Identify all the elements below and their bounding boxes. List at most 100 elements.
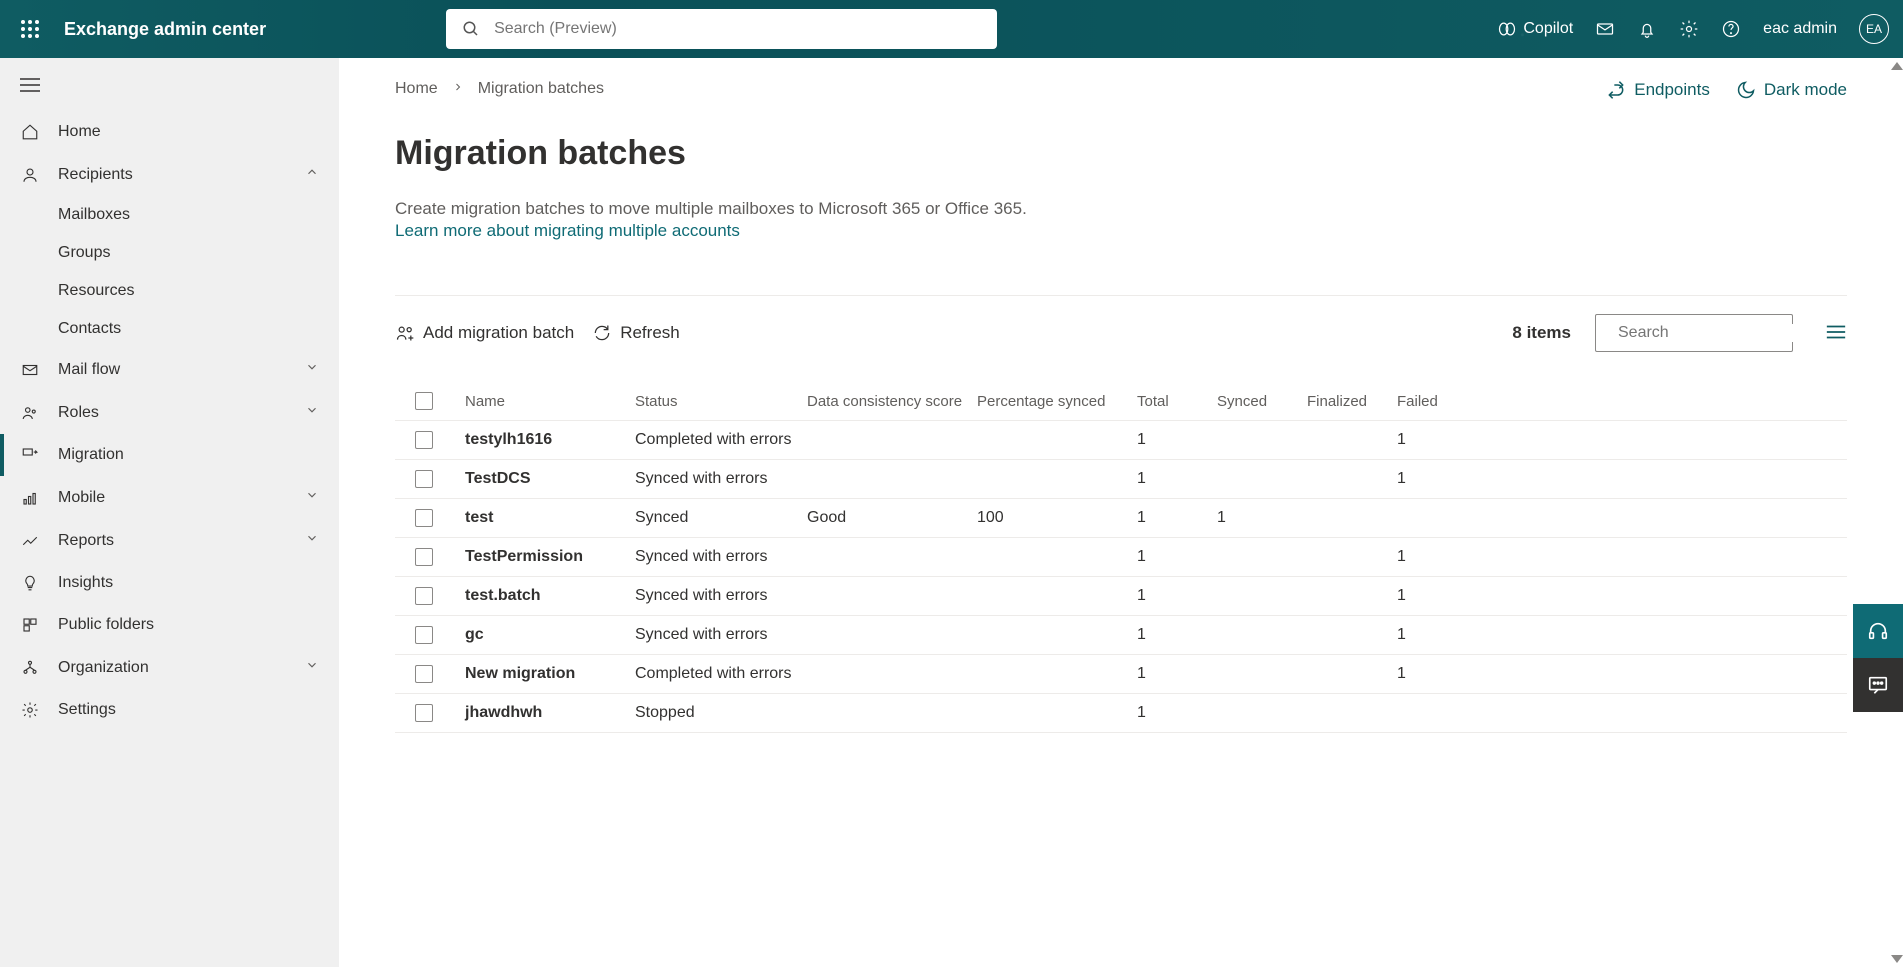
scroll-down-indicator[interactable] (1891, 955, 1903, 963)
table-row[interactable]: gcSynced with errors11 (395, 616, 1847, 655)
page-description: Create migration batches to move multipl… (395, 199, 1847, 219)
settings-icon[interactable] (1679, 19, 1699, 39)
col-pct[interactable]: Percentage synced (977, 393, 1137, 410)
row-checkbox[interactable] (415, 587, 433, 605)
message-icon[interactable] (1595, 19, 1615, 39)
col-dcs[interactable]: Data consistency score (807, 393, 977, 410)
avatar[interactable]: EA (1859, 14, 1889, 44)
cell-name: testylh1616 (465, 431, 635, 449)
migration-table: Name Status Data consistency score Perce… (395, 382, 1847, 733)
row-checkbox[interactable] (415, 548, 433, 566)
cell-failed: 1 (1397, 587, 1457, 605)
sidebar-item-label: Migration (58, 446, 124, 464)
sidebar-item-label: Recipients (58, 166, 133, 184)
row-checkbox[interactable] (415, 431, 433, 449)
table-row[interactable]: jhawdhwhStopped1 (395, 694, 1847, 733)
person-icon (20, 166, 40, 184)
sidebar-item-recipients[interactable]: Recipients (0, 153, 339, 196)
refresh-button[interactable]: Refresh (592, 323, 680, 343)
sidebar-sub-mailboxes[interactable]: Mailboxes (0, 196, 339, 234)
cell-total: 1 (1137, 470, 1217, 488)
chevron-down-icon (305, 360, 319, 379)
sidebar-item-home[interactable]: Home (0, 111, 339, 153)
cell-name: test.batch (465, 587, 635, 605)
sidebar-item-publicfolders[interactable]: Public folders (0, 604, 339, 646)
bulb-icon (20, 574, 40, 592)
sidebar-sub-groups[interactable]: Groups (0, 234, 339, 272)
col-finalized[interactable]: Finalized (1307, 393, 1397, 410)
top-right-group: Copilot eac admin EA (1497, 14, 1889, 44)
cell-status: Stopped (635, 704, 807, 722)
feedback-chat-icon[interactable] (1853, 658, 1903, 712)
sidebar-item-roles[interactable]: Roles (0, 391, 339, 434)
sidebar-item-reports[interactable]: Reports (0, 519, 339, 562)
list-options-icon[interactable] (1825, 323, 1847, 344)
row-checkbox[interactable] (415, 509, 433, 527)
cell-dcs: Good (807, 509, 977, 527)
col-name[interactable]: Name (465, 393, 635, 410)
app-launcher-icon[interactable] (14, 13, 46, 45)
add-migration-label: Add migration batch (423, 323, 574, 343)
search-input[interactable] (494, 20, 981, 38)
sidebar-item-label: Mail flow (58, 361, 120, 379)
sidebar-sub-contacts[interactable]: Contacts (0, 310, 339, 348)
add-migration-batch-button[interactable]: Add migration batch (395, 323, 574, 343)
cell-total: 1 (1137, 509, 1217, 527)
sidebar-item-insights[interactable]: Insights (0, 562, 339, 604)
row-checkbox[interactable] (415, 470, 433, 488)
cell-failed: 1 (1397, 470, 1457, 488)
darkmode-button[interactable]: Dark mode (1736, 80, 1847, 100)
col-total[interactable]: Total (1137, 393, 1217, 410)
cell-synced: 1 (1217, 509, 1307, 527)
learn-more-link[interactable]: Learn more about migrating multiple acco… (395, 221, 740, 241)
table-search[interactable] (1595, 314, 1793, 352)
table-row[interactable]: TestDCSSynced with errors11 (395, 460, 1847, 499)
global-search[interactable] (446, 9, 997, 49)
cell-name: TestDCS (465, 470, 635, 488)
sidebar-item-organization[interactable]: Organization (0, 646, 339, 689)
cell-name: test (465, 509, 635, 527)
cell-total: 1 (1137, 431, 1217, 449)
col-status[interactable]: Status (635, 393, 807, 410)
row-checkbox[interactable] (415, 665, 433, 683)
help-icon[interactable] (1721, 19, 1741, 39)
sidebar-item-label: Reports (58, 532, 114, 550)
row-checkbox[interactable] (415, 626, 433, 644)
cell-name: TestPermission (465, 548, 635, 566)
table-row[interactable]: testylh1616Completed with errors11 (395, 421, 1847, 460)
sidebar-item-migration[interactable]: Migration (0, 434, 339, 476)
org-icon (20, 659, 40, 677)
table-row[interactable]: test.batchSynced with errors11 (395, 577, 1847, 616)
page-top-actions: Endpoints Dark mode (1606, 80, 1847, 100)
sidebar-item-mailflow[interactable]: Mail flow (0, 348, 339, 391)
cell-name: jhawdhwh (465, 704, 635, 722)
row-checkbox[interactable] (415, 704, 433, 722)
sidebar-item-label: Public folders (58, 616, 154, 634)
support-headset-icon[interactable] (1853, 604, 1903, 658)
sidebar-item-settings[interactable]: Settings (0, 689, 339, 731)
sidebar-sub-resources[interactable]: Resources (0, 272, 339, 310)
cell-total: 1 (1137, 548, 1217, 566)
item-count: 8 items (1512, 323, 1571, 343)
table-header: Name Status Data consistency score Perce… (395, 382, 1847, 421)
col-synced[interactable]: Synced (1217, 393, 1307, 410)
chevron-down-icon (305, 531, 319, 550)
table-row[interactable]: TestPermissionSynced with errors11 (395, 538, 1847, 577)
chevron-up-icon (305, 165, 319, 184)
roles-icon (20, 404, 40, 422)
cell-total: 1 (1137, 665, 1217, 683)
endpoints-button[interactable]: Endpoints (1606, 80, 1710, 100)
notification-icon[interactable] (1637, 19, 1657, 39)
table-row[interactable]: testSyncedGood10011 (395, 499, 1847, 538)
select-all-checkbox[interactable] (415, 392, 433, 410)
breadcrumb-home[interactable]: Home (395, 80, 438, 98)
hamburger-icon[interactable] (0, 70, 339, 111)
sidebar-item-label: Home (58, 123, 101, 141)
sidebar-item-mobile[interactable]: Mobile (0, 476, 339, 519)
table-row[interactable]: New migrationCompleted with errors11 (395, 655, 1847, 694)
cell-total: 1 (1137, 626, 1217, 644)
table-search-input[interactable] (1618, 324, 1825, 342)
copilot-button[interactable]: Copilot (1497, 19, 1573, 39)
scroll-up-indicator[interactable] (1891, 62, 1903, 70)
col-failed[interactable]: Failed (1397, 393, 1457, 410)
